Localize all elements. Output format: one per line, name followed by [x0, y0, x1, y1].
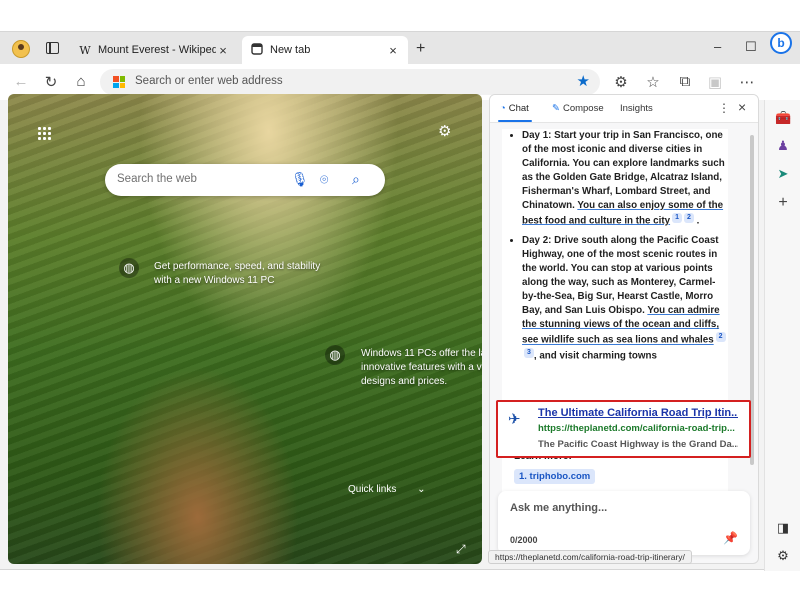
tab-title: New tab: [270, 44, 311, 56]
tab-chat[interactable]: ◔ Chat: [500, 103, 529, 114]
send-icon[interactable]: ➤: [775, 166, 791, 182]
newtab-page-icon: [250, 42, 264, 58]
profile-avatar[interactable]: [12, 40, 30, 58]
split-screen-icon[interactable]: ◨: [775, 520, 791, 536]
panel-tabs: ◔ Chat ✎ Compose Insights ⋮ ×: [490, 95, 758, 123]
promo-tip[interactable]: Get performance, speed, and stability wi…: [154, 260, 334, 288]
list-item: Day 2: Drive south along the Pacific Coa…: [522, 234, 728, 363]
browser-window: W Mount Everest - Wikipedia × New tab × …: [0, 31, 800, 571]
maximize-button[interactable]: ☐: [745, 39, 757, 55]
active-tab-indicator: [498, 120, 532, 122]
apps-grid-icon[interactable]: [38, 127, 52, 141]
search-input[interactable]: Search the web: [117, 173, 197, 185]
refresh-icon[interactable]: ↻: [42, 73, 60, 91]
citation-badge[interactable]: 2: [715, 332, 726, 343]
promo-tip-2[interactable]: Windows 11 PCs offer the la innovative f…: [361, 347, 482, 389]
learn-more-link[interactable]: 1. triphobo.com: [514, 469, 596, 484]
chat-input[interactable]: Ask me anything...: [510, 502, 607, 514]
favorite-star-icon[interactable]: ★: [577, 72, 590, 90]
copilot-chat-panel: ◔Chat ✎Compose Insights ⋮ × Day 1: Start…: [489, 94, 759, 564]
extensions-icon[interactable]: ⚙: [612, 73, 630, 91]
tab-title: Mount Everest - Wikipedia: [98, 44, 216, 56]
minimize-button[interactable]: –: [714, 39, 721, 54]
citation-badge[interactable]: 2: [683, 213, 694, 223]
games-icon[interactable]: ♟: [775, 138, 791, 154]
tab-actions-icon[interactable]: [46, 42, 59, 54]
new-tab-button[interactable]: +: [416, 40, 425, 58]
tools-icon[interactable]: 🧰: [775, 110, 791, 126]
close-tab-icon[interactable]: ×: [216, 43, 230, 58]
compose-icon: ✎: [552, 103, 560, 114]
address-placeholder: Search or enter web address: [135, 75, 283, 87]
bing-copilot-button[interactable]: b: [770, 32, 792, 54]
search-icon[interactable]: ⌕: [352, 171, 360, 188]
home-icon[interactable]: ⌂: [72, 73, 90, 90]
expand-icon[interactable]: ⤢: [456, 542, 466, 557]
source-card-description: The Pacific Coast Highway is the Grand D…: [538, 439, 738, 450]
sidebar-settings-icon[interactable]: ⚙: [775, 548, 791, 564]
more-options-icon[interactable]: ⋮: [718, 101, 730, 115]
chat-icon: ◔: [500, 103, 506, 114]
address-bar[interactable]: Search or enter web address ★: [100, 69, 600, 95]
back-icon[interactable]: ←: [12, 73, 30, 90]
status-bar-url: https://theplanetd.com/california-road-t…: [488, 550, 692, 564]
citation-badge[interactable]: 1: [672, 213, 682, 223]
close-tab-icon[interactable]: ×: [386, 43, 400, 58]
tab-new-tab[interactable]: New tab ×: [242, 36, 408, 64]
newtab-background: ⚙ Search the web 🎙 ⌾ ⌕ ◍ Get performance…: [8, 94, 482, 564]
microsoft-logo-icon: [113, 76, 125, 88]
citation-badge[interactable]: 3: [524, 347, 534, 358]
source-card[interactable]: ✈ The Ultimate California Road Trip Itin…: [496, 400, 751, 458]
source-card-title[interactable]: The Ultimate California Road Trip Itin..…: [538, 407, 738, 419]
favorites-icon[interactable]: ☆: [644, 73, 662, 91]
chat-input-box[interactable]: Ask me anything... 0/2000 📌: [498, 491, 750, 555]
tab-mount-everest[interactable]: W Mount Everest - Wikipedia ×: [70, 36, 238, 64]
globe-icon: ◍: [119, 258, 139, 278]
site-logo-icon: ✈: [508, 411, 521, 428]
settings-gear-icon[interactable]: ⚙: [438, 122, 451, 140]
sidebar-rail: 🧰 ♟ ➤ + ◨ ⚙: [764, 100, 800, 571]
web-search-box[interactable]: Search the web 🎙 ⌾ ⌕: [105, 164, 385, 196]
pin-icon[interactable]: 📌: [723, 531, 738, 545]
more-menu-icon[interactable]: ⋯: [738, 73, 756, 91]
globe-icon: ◍: [325, 345, 345, 365]
visual-search-icon[interactable]: ⌾: [320, 171, 328, 188]
quick-links-toggle[interactable]: Quick links ⌄: [348, 484, 426, 495]
collections-icon[interactable]: ⧉: [676, 73, 694, 90]
wikipedia-icon: W: [79, 43, 91, 57]
list-item: Day 1: Start your trip in San Francisco,…: [522, 129, 728, 228]
source-card-url: https://theplanetd.com/california-road-t…: [538, 423, 735, 434]
tab-bar: W Mount Everest - Wikipedia × New tab × …: [0, 32, 800, 64]
chevron-down-icon: ⌄: [417, 484, 426, 495]
add-icon[interactable]: +: [775, 194, 791, 211]
microphone-icon[interactable]: 🎙: [291, 171, 309, 188]
screenshot-icon[interactable]: ▣: [706, 73, 724, 91]
char-counter: 0/2000: [510, 535, 538, 545]
tab-compose[interactable]: ✎ Compose: [552, 103, 604, 114]
close-panel-icon[interactable]: ×: [738, 99, 746, 115]
tab-insights[interactable]: Insights: [620, 103, 653, 114]
